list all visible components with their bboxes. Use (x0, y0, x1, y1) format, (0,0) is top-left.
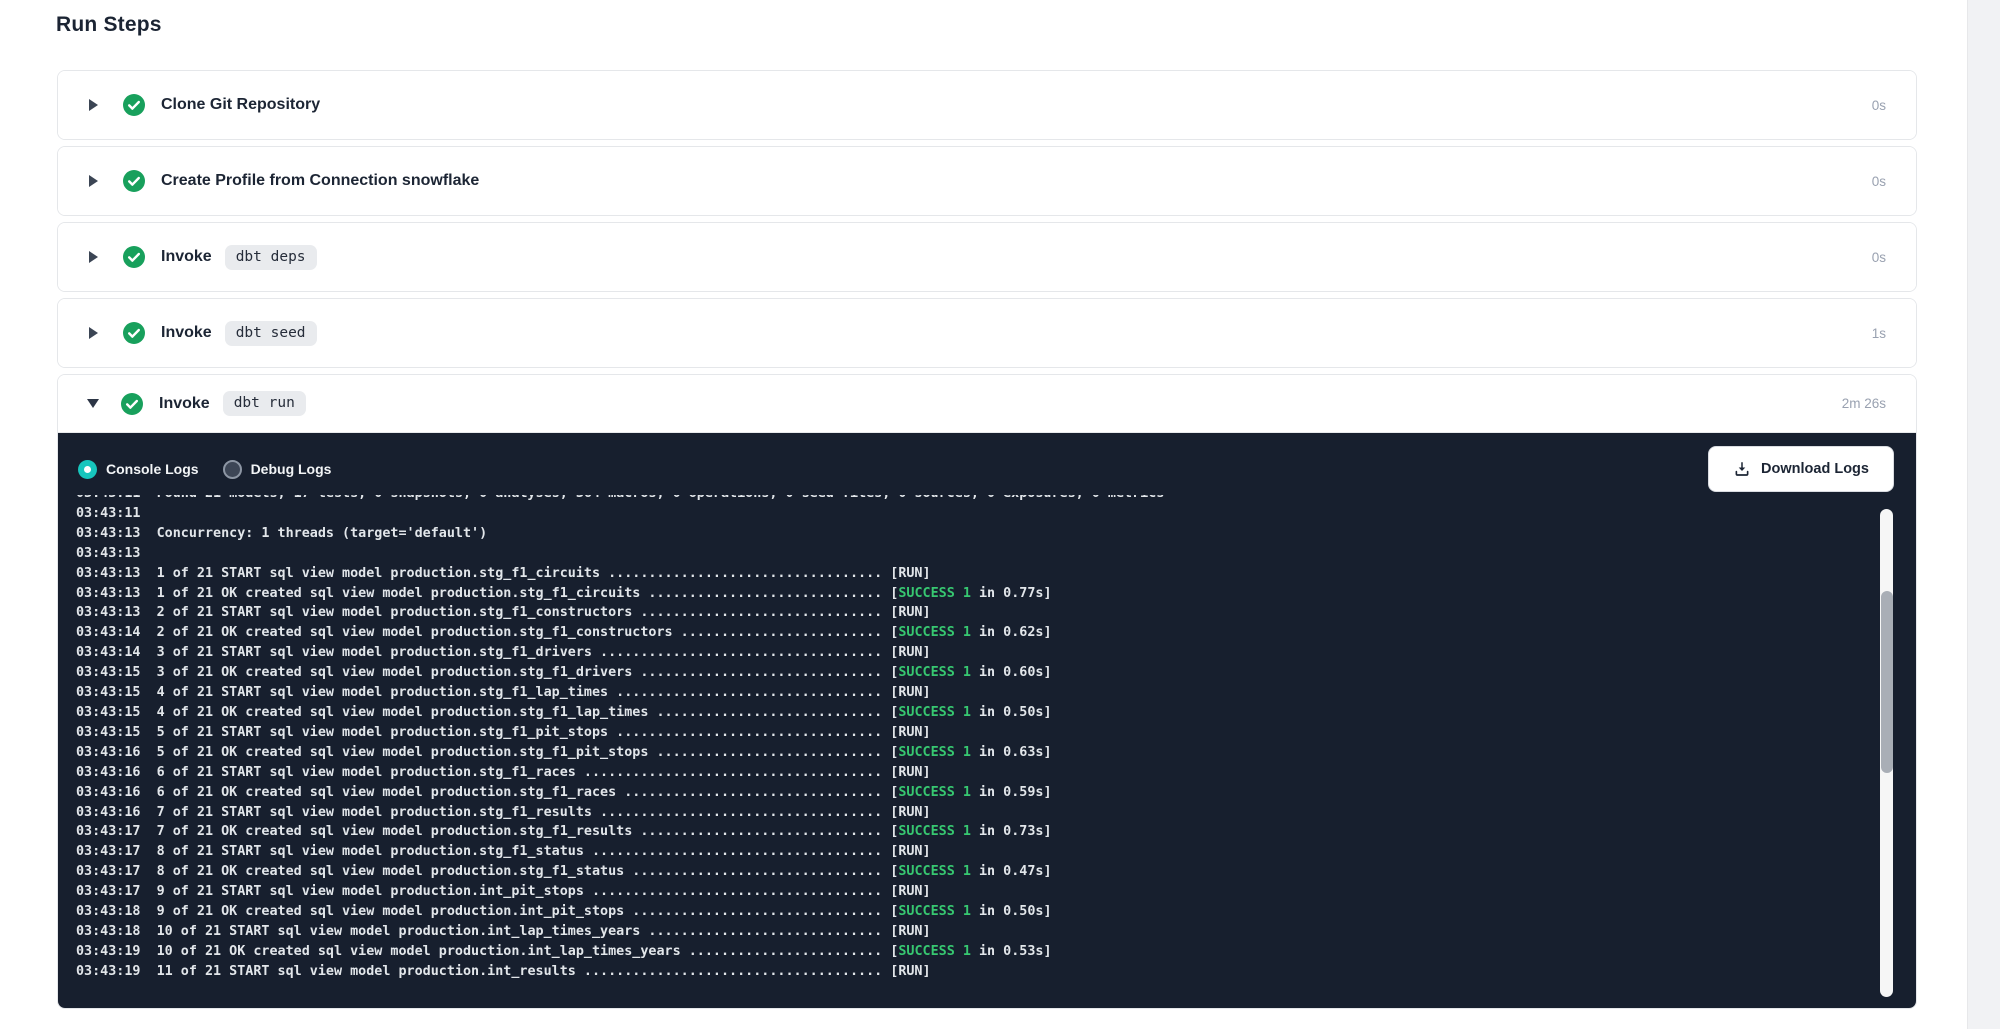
step-row-create-profile[interactable]: Create Profile from Connection snowflake… (58, 147, 1916, 215)
step-duration: 0s (1872, 250, 1886, 265)
step-row-clone-git[interactable]: Clone Git Repository 0s (58, 71, 1916, 139)
step-row-dbt-run[interactable]: Invoke dbt run 2m 26s (58, 375, 1916, 433)
console-logs-radio[interactable]: Console Logs (78, 460, 199, 479)
page-right-gutter (1967, 0, 2000, 1029)
step-label: Create Profile from Connection snowflake (161, 172, 479, 190)
success-check-icon (123, 170, 145, 192)
chevron-right-icon[interactable] (89, 175, 98, 187)
log-line: 03:43:16 7 of 21 START sql view model pr… (76, 803, 1916, 823)
step-label: Clone Git Repository (161, 96, 320, 114)
log-line: 03:43:17 7 of 21 OK created sql view mod… (76, 822, 1916, 842)
log-line: 03:43:16 5 of 21 OK created sql view mod… (76, 743, 1916, 763)
step-duration: 0s (1872, 98, 1886, 113)
log-line: 03:43:18 10 of 21 START sql view model p… (76, 922, 1916, 942)
command-chip: dbt deps (225, 245, 317, 270)
download-logs-button[interactable]: Download Logs (1708, 446, 1894, 492)
console-header: Console Logs Debug Logs Download Logs (58, 433, 1916, 495)
page-title: Run Steps (56, 13, 162, 37)
command-chip: dbt seed (225, 321, 317, 346)
step-duration: 0s (1872, 174, 1886, 189)
radio-selected-icon[interactable] (78, 460, 97, 479)
console-logs-label: Console Logs (106, 461, 199, 477)
chevron-right-icon[interactable] (89, 99, 98, 111)
run-steps-list: Clone Git Repository 0s Create Profile f… (57, 70, 1917, 1015)
log-line: 03:43:15 4 of 21 START sql view model pr… (76, 683, 1916, 703)
log-line: 03:43:15 4 of 21 OK created sql view mod… (76, 703, 1916, 723)
step-row-dbt-seed[interactable]: Invoke dbt seed 1s (58, 299, 1916, 367)
log-line: 03:43:11 (76, 504, 1916, 524)
log-line: 03:43:16 6 of 21 OK created sql view mod… (76, 783, 1916, 803)
log-lines: 03:43:11 Found 21 models, 17 tests, 0 sn… (58, 495, 1916, 982)
log-line: 03:43:15 5 of 21 START sql view model pr… (76, 723, 1916, 743)
log-line: 03:43:17 8 of 21 OK created sql view mod… (76, 862, 1916, 882)
log-scrollbar-thumb[interactable] (1881, 591, 1893, 773)
log-line: 03:43:13 2 of 21 START sql view model pr… (76, 603, 1916, 623)
step-label: Invoke (159, 395, 210, 413)
run-steps-page: Run Steps Clone Git Repository 0s Create… (0, 0, 2000, 1029)
log-line: 03:43:18 9 of 21 OK created sql view mod… (76, 902, 1916, 922)
log-line: 03:43:13 1 of 21 START sql view model pr… (76, 564, 1916, 584)
step-duration: 2m 26s (1842, 396, 1886, 411)
step-card-dbt-deps: Invoke dbt deps 0s (57, 222, 1917, 292)
console-log-panel: Console Logs Debug Logs Download Logs 03… (58, 433, 1916, 1008)
console-log-output[interactable]: 03:43:11 Found 21 models, 17 tests, 0 sn… (58, 495, 1916, 1008)
log-line: 03:43:13 (76, 544, 1916, 564)
log-line: 03:43:14 2 of 21 OK created sql view mod… (76, 623, 1916, 643)
download-icon (1733, 460, 1751, 478)
log-line: 03:43:14 3 of 21 START sql view model pr… (76, 643, 1916, 663)
chevron-right-icon[interactable] (89, 251, 98, 263)
debug-logs-radio[interactable]: Debug Logs (223, 460, 332, 479)
step-label: Invoke (161, 324, 212, 342)
step-card-dbt-run: Invoke dbt run 2m 26s Console Logs Debug… (57, 374, 1917, 1009)
step-card-dbt-seed: Invoke dbt seed 1s (57, 298, 1917, 368)
log-line: 03:43:19 10 of 21 OK created sql view mo… (76, 942, 1916, 962)
chevron-right-icon[interactable] (89, 327, 98, 339)
log-line: 03:43:11 Found 21 models, 17 tests, 0 sn… (76, 495, 1916, 504)
success-check-icon (121, 393, 143, 415)
radio-unselected-icon[interactable] (223, 460, 242, 479)
log-line: 03:43:13 Concurrency: 1 threads (target=… (76, 524, 1916, 544)
log-line: 03:43:17 9 of 21 START sql view model pr… (76, 882, 1916, 902)
log-line: 03:43:13 1 of 21 OK created sql view mod… (76, 584, 1916, 604)
success-check-icon (123, 246, 145, 268)
step-duration: 1s (1872, 326, 1886, 341)
log-line: 03:43:16 6 of 21 START sql view model pr… (76, 763, 1916, 783)
command-chip: dbt run (223, 391, 306, 416)
log-line: 03:43:17 8 of 21 START sql view model pr… (76, 842, 1916, 862)
step-card-clone-git: Clone Git Repository 0s (57, 70, 1917, 140)
step-card-create-profile: Create Profile from Connection snowflake… (57, 146, 1917, 216)
log-line: 03:43:19 11 of 21 START sql view model p… (76, 962, 1916, 982)
debug-logs-label: Debug Logs (251, 461, 332, 477)
download-logs-label: Download Logs (1761, 461, 1869, 477)
step-row-dbt-deps[interactable]: Invoke dbt deps 0s (58, 223, 1916, 291)
chevron-down-icon[interactable] (87, 399, 99, 408)
log-scrollbar-track[interactable] (1880, 509, 1893, 997)
step-label: Invoke (161, 248, 212, 266)
success-check-icon (123, 322, 145, 344)
log-line: 03:43:15 3 of 21 OK created sql view mod… (76, 663, 1916, 683)
success-check-icon (123, 94, 145, 116)
